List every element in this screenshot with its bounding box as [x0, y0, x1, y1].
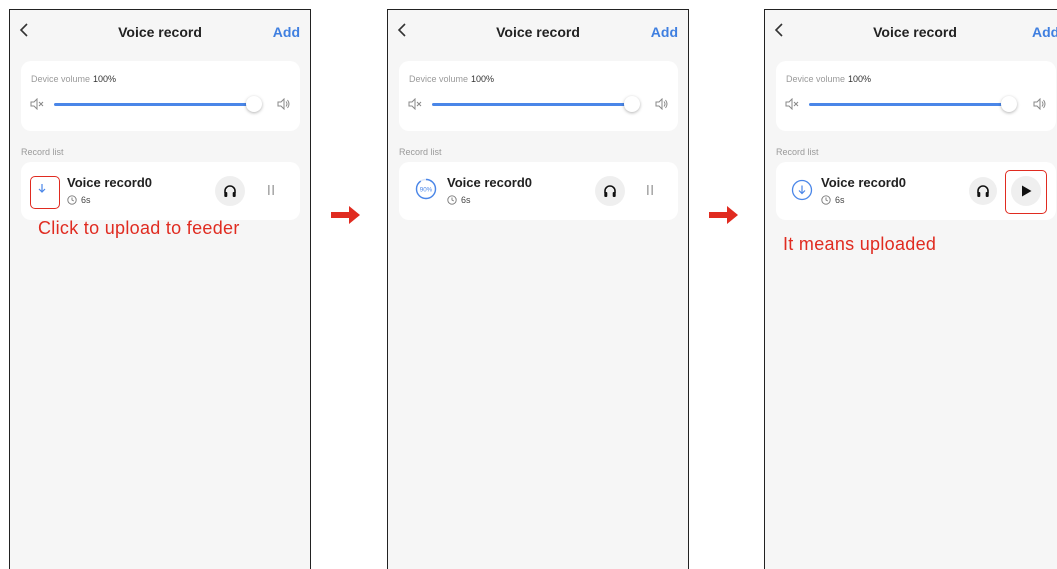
speaker-loud-icon: [1033, 98, 1046, 110]
volume-slider-knob[interactable]: [246, 96, 262, 112]
download-highlight-box: [30, 176, 60, 209]
listen-button[interactable]: [969, 177, 997, 205]
section-title: Record list: [21, 147, 64, 157]
volume-slider-knob[interactable]: [624, 96, 640, 112]
headphones-icon: [977, 185, 989, 197]
upload-progress-text: 90%: [420, 186, 433, 193]
record-name: Voice record0: [447, 175, 533, 190]
right-arrow-icon: [331, 206, 360, 224]
volume-value: 100%: [471, 74, 495, 84]
record-list-item: 90% Voice record0 6s: [399, 162, 678, 220]
volume-card: Device volume 100%: [399, 61, 678, 131]
volume-value: 100%: [848, 74, 872, 84]
upload-progress-icon: 90%: [415, 178, 437, 200]
page-title: Voice record: [496, 24, 580, 40]
volume-slider-track[interactable]: [54, 103, 253, 106]
volume-label: Device volume: [409, 74, 469, 84]
volume-slider-track[interactable]: [809, 103, 1008, 106]
phone-screen-1: Voice record Add Device volume 100% Recor…: [9, 9, 311, 569]
record-name: Voice record0: [821, 175, 907, 190]
phone-screen-2: Voice record Add Device volume 100% Recor…: [387, 9, 689, 569]
volume-label: Device volume: [786, 74, 846, 84]
volume-slider-track[interactable]: [432, 103, 631, 106]
clock-icon: [821, 195, 831, 205]
download-icon[interactable]: [791, 179, 813, 201]
add-button[interactable]: Add: [1032, 24, 1057, 40]
annotation-uploaded: It means uploaded: [783, 234, 937, 254]
volume-label: Device volume: [31, 74, 91, 84]
page-title: Voice record: [873, 24, 957, 40]
play-highlight-box: [1005, 170, 1047, 214]
speaker-mute-icon: [408, 98, 422, 110]
add-button[interactable]: Add: [651, 24, 678, 40]
clock-icon: [67, 195, 77, 205]
add-button[interactable]: Add: [273, 24, 300, 40]
headphones-icon: [224, 185, 236, 197]
headphones-icon: [604, 185, 616, 197]
speaker-mute-icon: [30, 98, 44, 110]
listen-button[interactable]: [595, 176, 625, 206]
record-duration: 6s: [81, 195, 91, 205]
speaker-mute-icon: [785, 98, 799, 110]
header-bar: Voice record Add: [388, 10, 688, 54]
clock-icon: [447, 195, 457, 205]
volume-slider-knob[interactable]: [1001, 96, 1017, 112]
phone-screen-3: Voice record Add Device volume 100% Recor…: [764, 9, 1057, 569]
volume-value: 100%: [93, 74, 117, 84]
pause-icon[interactable]: [644, 184, 656, 196]
header-bar: Voice record Add: [10, 10, 310, 54]
header-bar: Voice record Add: [765, 10, 1057, 54]
annotation-upload: Click to upload to feeder: [38, 218, 240, 238]
pause-icon[interactable]: [265, 184, 277, 196]
record-list-item: Voice record0 6s: [21, 162, 300, 220]
record-name: Voice record0: [67, 175, 153, 190]
record-duration: 6s: [835, 195, 845, 205]
page-title: Voice record: [118, 24, 202, 40]
section-title: Record list: [776, 147, 819, 157]
volume-card: Device volume 100%: [21, 61, 300, 131]
right-arrow-icon: [709, 206, 738, 224]
volume-card: Device volume 100%: [776, 61, 1056, 131]
speaker-loud-icon: [655, 98, 668, 110]
listen-button[interactable]: [215, 176, 245, 206]
section-title: Record list: [399, 147, 442, 157]
speaker-loud-icon: [277, 98, 290, 110]
record-duration: 6s: [461, 195, 471, 205]
